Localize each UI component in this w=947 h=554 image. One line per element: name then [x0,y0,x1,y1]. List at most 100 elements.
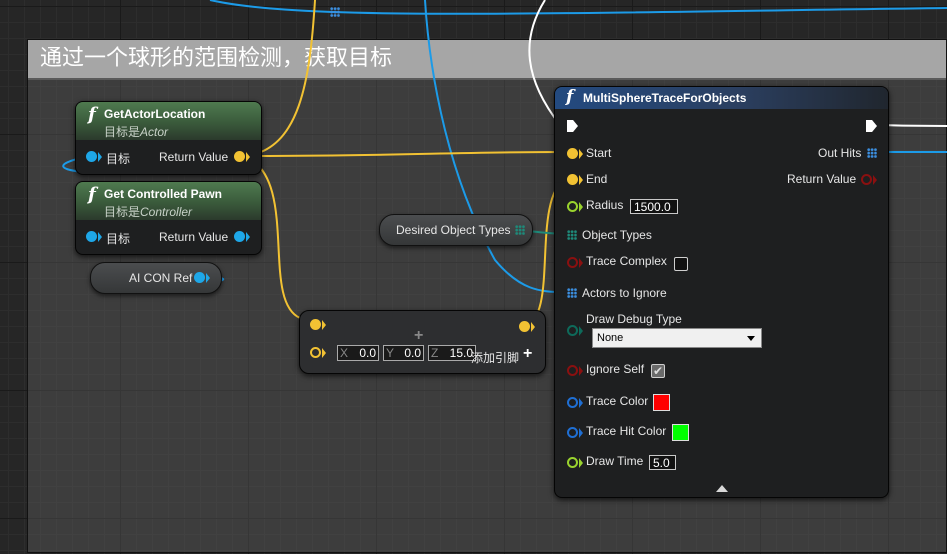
target-label: 目标 [106,152,131,166]
collapse-arrow-icon[interactable] [716,485,728,492]
target-input-pin[interactable] [86,151,97,162]
return-value-label: Return Value [159,230,229,244]
get-actor-location-subtitle: 目标是Actor [104,123,168,140]
vector-input-a-arrow-icon [322,320,326,330]
trace-hit-color-pin[interactable] [567,427,578,438]
target-input-arrow-icon [98,152,102,162]
target-input-pin[interactable] [86,231,97,242]
trace-complex-label: Trace Complex [586,254,667,268]
draw-time-value-field[interactable]: 5.0 [649,455,676,470]
target-input-arrow-icon [98,232,102,242]
out-hits-array-icon[interactable] [867,148,877,158]
start-pin[interactable] [567,148,578,159]
multi-sphere-trace-node[interactable]: f MultiSphereTraceForObjects Start Out H… [554,86,889,498]
draw-time-pin[interactable] [567,457,578,468]
draw-debug-type-value: None [597,332,624,344]
actors-to-ignore-array-icon[interactable] [567,288,577,298]
out-hits-label: Out Hits [818,146,862,160]
vector-output-arrow-icon [531,322,535,332]
start-label: Start [586,146,612,160]
chevron-down-icon [747,336,755,341]
return-value-label: Return Value [159,150,229,164]
vector-input-b-pin[interactable] [310,347,321,358]
ignore-self-label: Ignore Self [586,362,645,376]
draw-debug-type-dropdown[interactable]: None [592,328,762,348]
ai-con-ref-node[interactable]: AI CON Ref [90,262,222,294]
subtitle-type: Actor [140,125,169,139]
trace-color-pin[interactable] [567,397,578,408]
wire-location-start [244,151,567,157]
vector-z-field[interactable]: Z 15.0 [428,345,476,361]
multi-sphere-trace-header[interactable]: f MultiSphereTraceForObjects [555,87,888,109]
wire-exec-out [879,124,947,127]
wire-top-blue [209,0,947,15]
target-label: 目标 [106,232,131,246]
trace-complex-checkbox[interactable] [674,257,688,271]
desired-object-types-node[interactable]: Desired Object Types [379,214,533,246]
y-axis-label: Y [386,346,395,360]
radius-value-field[interactable]: 1500.0 [630,199,678,214]
subtitle-prefix: 目标是 [104,205,141,219]
return-value-pin[interactable] [861,174,872,185]
vector-y-field[interactable]: Y 0.0 [383,345,424,361]
exec-input-pin[interactable] [567,120,578,132]
add-pin-label[interactable]: 添加引脚 [471,349,519,366]
start-arrow-icon [579,149,583,159]
trace-complex-arrow-icon [579,258,583,268]
vector-add-node[interactable]: + X 0.0 Y 0.0 Z 15.0 添加引脚 + [299,310,546,374]
draw-time-arrow-icon [579,458,583,468]
ai-con-ref-label: AI CON Ref [129,271,193,285]
add-operator-icon: + [414,327,424,344]
trace-color-arrow-icon [579,398,583,408]
ai-con-ref-output-pin[interactable] [194,272,205,283]
draw-time-label: Draw Time [586,454,644,468]
function-icon: f [566,87,574,107]
get-actor-location-header[interactable]: f GetActorLocation 目标是Actor [76,102,261,140]
x-value: 0.0 [359,346,376,360]
get-controlled-pawn-node[interactable]: f Get Controlled Pawn 目标是Controller 目标 R… [75,181,262,255]
exec-output-pin[interactable] [866,120,877,132]
subtitle-type: Controller [140,205,193,219]
object-types-array-icon[interactable] [567,230,577,240]
radius-arrow-icon [579,202,583,212]
draw-debug-type-label: Draw Debug Type [586,312,682,326]
function-icon: f [88,104,96,125]
radius-pin[interactable] [567,201,578,212]
actors-to-ignore-label: Actors to Ignore [582,286,667,300]
multi-sphere-trace-title: MultiSphereTraceForObjects [583,91,747,105]
get-actor-location-title: GetActorLocation [104,107,206,121]
draw-debug-type-arrow-icon [579,326,583,336]
radius-label: Radius [586,198,624,212]
get-actor-location-node[interactable]: f GetActorLocation 目标是Actor 目标 Return Va… [75,101,262,175]
return-value-pin[interactable] [234,151,245,162]
trace-hit-color-swatch[interactable] [672,424,689,441]
vector-x-field[interactable]: X 0.0 [337,345,379,361]
ignore-self-pin[interactable] [567,365,578,376]
add-pin-plus-icon[interactable]: + [523,345,532,363]
wire-actors-ignore [424,0,564,293]
end-pin[interactable] [567,174,578,185]
function-icon: f [88,184,96,205]
end-label: End [586,172,608,186]
subtitle-prefix: 目标是 [104,125,141,139]
get-controlled-pawn-title: Get Controlled Pawn [104,187,223,201]
desired-object-types-label: Desired Object Types [396,223,511,237]
reroute-array-icon[interactable] [330,7,340,17]
vector-input-a-pin[interactable] [310,319,321,330]
draw-debug-type-pin[interactable] [567,325,578,336]
x-axis-label: X [340,346,349,360]
return-value-arrow-icon [246,232,250,242]
return-value-pin[interactable] [234,231,245,242]
return-value-arrow-icon [246,152,250,162]
vector-output-pin[interactable] [519,321,530,332]
ignore-self-checkbox[interactable]: ✔ [651,364,665,378]
end-arrow-icon [579,175,583,185]
ai-con-ref-arrow-icon [206,273,210,283]
get-controlled-pawn-header[interactable]: f Get Controlled Pawn 目标是Controller [76,182,261,220]
trace-complex-pin[interactable] [567,257,578,268]
y-value: 0.0 [404,346,421,360]
array-pin-icon[interactable] [515,225,525,235]
object-types-label: Object Types [582,228,652,242]
return-value-label: Return Value [787,172,857,186]
trace-color-swatch[interactable] [653,394,670,411]
